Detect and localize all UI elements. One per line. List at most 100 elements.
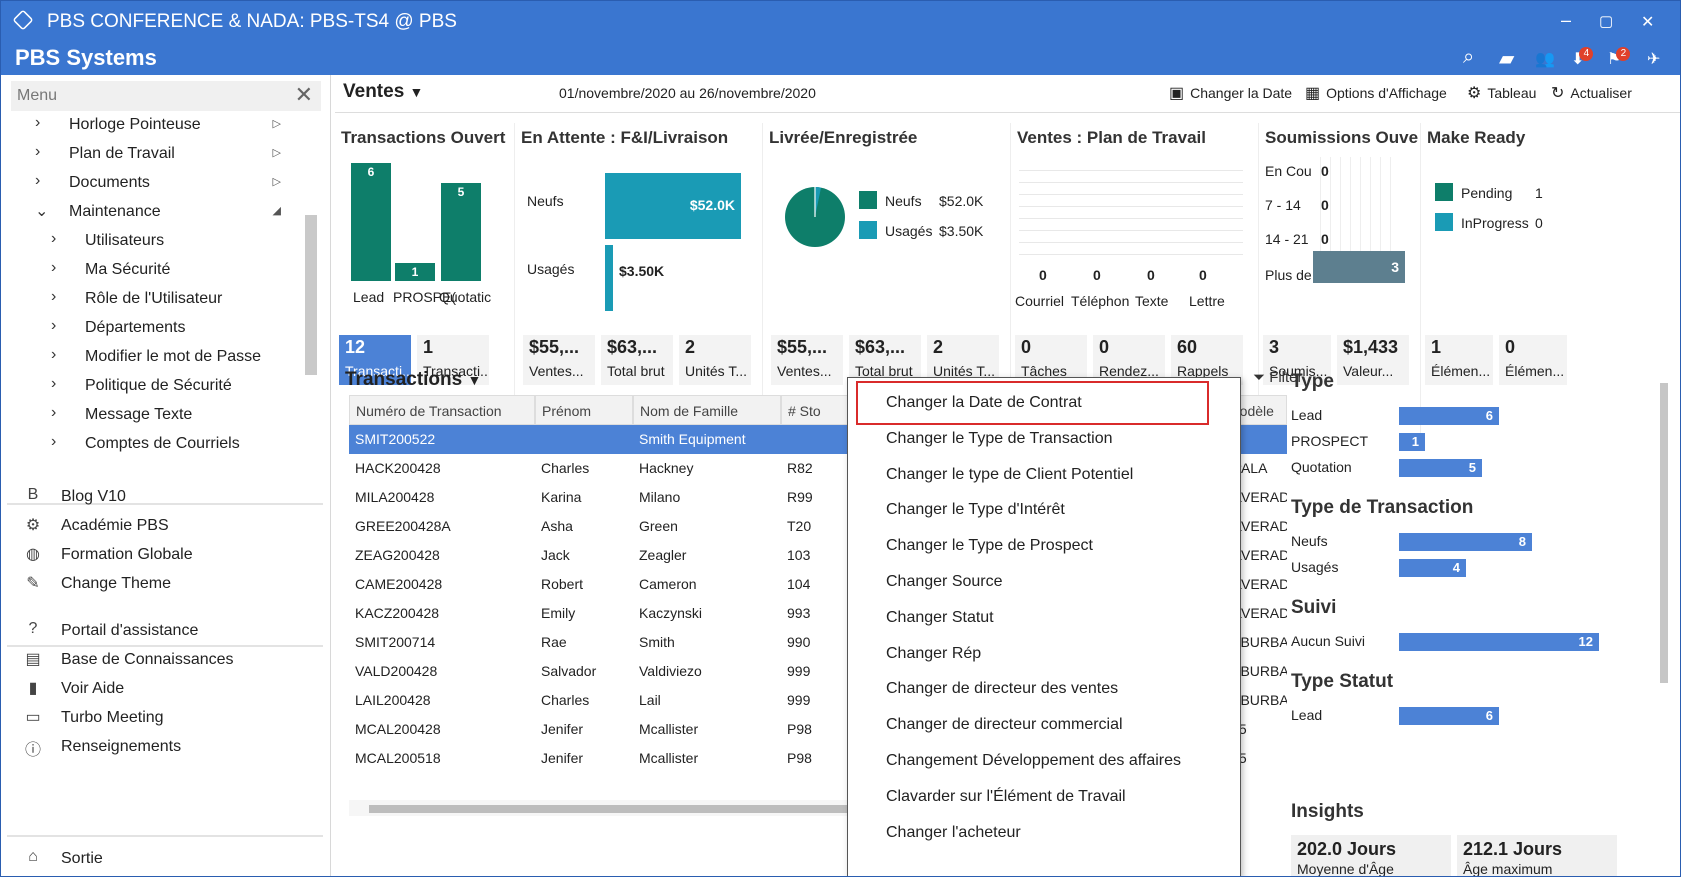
context-menu-item[interactable]: Changer Statut bbox=[848, 599, 1240, 637]
menu-tree-item[interactable]: › Plan de Travail ▷ bbox=[1, 140, 301, 169]
expand-arrow-icon: ▷ bbox=[272, 118, 281, 130]
tile-gross[interactable]: $63,... Total brut bbox=[601, 335, 673, 385]
context-menu-item[interactable]: Changer l'acheteur bbox=[848, 814, 1240, 852]
sidebar-link[interactable]: ▤ Base de Connaissances bbox=[23, 646, 323, 674]
context-menu-item[interactable]: Changer le type de Client Potentiel bbox=[848, 456, 1240, 494]
menu-tree-item[interactable]: › Utilisateurs bbox=[1, 227, 301, 256]
tile-units[interactable]: 2 Unités T... bbox=[679, 335, 751, 385]
menu-tree-item[interactable]: › Comptes de Courriels bbox=[1, 430, 301, 459]
menu-tree-item[interactable]: › Horloge Pointeuse ▷ bbox=[1, 111, 301, 140]
summary-bar[interactable]: 8 bbox=[1399, 533, 1532, 551]
sidebar-link[interactable]: B Blog V10 bbox=[23, 483, 323, 511]
bar-prospect[interactable]: 1 bbox=[395, 263, 435, 281]
sidebar-link[interactable]: ◍ Formation Globale bbox=[23, 541, 323, 569]
sidebar-link[interactable]: ? Portail d'assistance bbox=[23, 617, 323, 645]
context-menu-item[interactable]: Changer le Type de Transaction bbox=[848, 420, 1240, 458]
context-menu-item[interactable]: Changer Rép bbox=[848, 635, 1240, 673]
maximize-button[interactable]: ▢ bbox=[1599, 12, 1613, 30]
menu-tree-item[interactable]: › Ma Sécurité bbox=[1, 256, 301, 285]
menu-tree-item[interactable]: › Départements bbox=[1, 314, 301, 343]
context-menu-item[interactable]: Changer de directeur commercial bbox=[848, 706, 1240, 744]
context-menu-item[interactable]: Changer Source bbox=[848, 563, 1240, 601]
search-icon[interactable]: ⌕ bbox=[1463, 46, 1474, 69]
bar-used[interactable] bbox=[605, 245, 613, 311]
users-icon[interactable]: 👥 bbox=[1535, 49, 1555, 69]
summary-row[interactable]: Quotation 5 bbox=[1291, 457, 1621, 479]
summary-row[interactable]: Aucun Suivi 12 bbox=[1291, 631, 1621, 653]
close-button[interactable]: ✕ bbox=[1641, 12, 1654, 32]
grid-icon: ▦ bbox=[1305, 85, 1321, 102]
sidebar-link[interactable]: ⓘ Renseignements bbox=[23, 733, 323, 761]
context-menu-item[interactable]: Changer de directeur des ventes bbox=[848, 670, 1240, 708]
pie-chart[interactable] bbox=[783, 185, 847, 249]
table-cell: ZEAG200428 bbox=[355, 547, 440, 563]
dashboard-button[interactable]: ⚙ Tableau bbox=[1467, 83, 1536, 103]
table-cell: Charles bbox=[541, 460, 590, 476]
column-header[interactable]: Prénom bbox=[535, 395, 633, 425]
summary-row[interactable]: Lead 6 bbox=[1291, 705, 1621, 727]
sidebar-link[interactable]: ✎ Change Theme bbox=[23, 570, 323, 598]
menu-tree-item[interactable]: › Rôle de l'Utilisateur bbox=[1, 285, 301, 314]
column-label: Prénom bbox=[542, 403, 592, 419]
tile-label: Ventes... bbox=[777, 363, 832, 379]
menu-tree-item[interactable]: ⌄ Maintenance ◢ bbox=[1, 198, 301, 227]
summary-row[interactable]: Lead 6 bbox=[1291, 405, 1621, 427]
context-menu-item[interactable]: Changement Développement des affaires bbox=[848, 742, 1240, 780]
context-menu-item[interactable]: Changer le Type d'Intérêt bbox=[848, 491, 1240, 529]
display-options-button[interactable]: ▦ Options d'Affichage bbox=[1305, 83, 1447, 103]
pin-icon[interactable]: ✈ bbox=[1647, 49, 1660, 69]
context-menu-label: Changer Rép bbox=[886, 644, 982, 662]
menu-item-label: Documents bbox=[69, 174, 150, 191]
sidebar-link[interactable]: ⚙ Académie PBS bbox=[23, 512, 323, 540]
summary-row[interactable]: Usagés 4 bbox=[1291, 557, 1621, 579]
context-menu-item[interactable]: Clavarder sur l'Élément de Travail bbox=[848, 778, 1240, 816]
menu-tree-item[interactable]: › Message Texte bbox=[1, 401, 301, 430]
app-logo-icon bbox=[12, 9, 34, 31]
summary-row[interactable]: PROSPECT 1 bbox=[1291, 431, 1621, 453]
menu-tree-item[interactable]: › Politique de Sécurité bbox=[1, 372, 301, 401]
section-dropdown[interactable]: Ventes ▼ bbox=[343, 81, 423, 103]
menu-item-label: Rôle de l'Utilisateur bbox=[85, 290, 223, 307]
change-date-button[interactable]: ▣ Changer la Date bbox=[1169, 83, 1292, 103]
app-window: PBS CONFERENCE & NADA: PBS-TS4 @ PBS – ▢… bbox=[0, 0, 1681, 877]
inbox-icon[interactable]: ⬇ 4 bbox=[1571, 47, 1594, 69]
insight-tile[interactable]: 202.0 Jours Moyenne d'Âge bbox=[1291, 835, 1451, 876]
tile-sales[interactable]: $55,... Ventes... bbox=[771, 335, 843, 385]
minimize-button[interactable]: – bbox=[1561, 10, 1571, 31]
context-menu-item[interactable]: Changer le Type de Prospect bbox=[848, 527, 1240, 565]
bar-quotation[interactable]: 5 bbox=[441, 183, 481, 281]
summary-bar[interactable]: 6 bbox=[1399, 707, 1499, 725]
exit-link[interactable]: ⌂ Sortie bbox=[23, 845, 323, 873]
sidebar-link[interactable]: ▮ Voir Aide bbox=[23, 675, 323, 703]
refresh-button[interactable]: ↻ Actualiser bbox=[1551, 83, 1632, 103]
bar-new[interactable]: $52.0K bbox=[605, 173, 741, 239]
summary-row[interactable]: Neufs 8 bbox=[1291, 531, 1621, 553]
flag-icon[interactable]: ⚑ 2 bbox=[1607, 47, 1631, 69]
column-header[interactable]: Nom de Famille bbox=[633, 395, 781, 425]
tile-label: Ventes... bbox=[529, 363, 584, 379]
tile-sales[interactable]: $55,... Ventes... bbox=[523, 335, 595, 385]
transactions-dropdown[interactable]: Transactions ▼ bbox=[345, 369, 481, 391]
summary-bar[interactable]: 1 bbox=[1399, 433, 1425, 451]
insight-tile[interactable]: 212.1 Jours Âge maximum bbox=[1457, 835, 1617, 876]
link-label: Portail d'assistance bbox=[61, 622, 199, 639]
legend-value: $52.0K bbox=[939, 193, 984, 209]
menu-tree-item[interactable]: › Modifier le mot de Passe bbox=[1, 343, 301, 372]
context-menu-item[interactable]: Changer la Date de Contrat bbox=[848, 384, 1240, 422]
summary-bar[interactable]: 4 bbox=[1399, 559, 1466, 577]
summary-bar[interactable]: 12 bbox=[1399, 633, 1599, 651]
sidebar-link[interactable]: ▭ Turbo Meeting bbox=[23, 704, 323, 732]
summary-bar[interactable]: 5 bbox=[1399, 459, 1482, 477]
bar-lead[interactable]: 6 bbox=[351, 163, 391, 281]
chat-icon[interactable]: ▰ bbox=[1499, 46, 1514, 71]
row-label: En Cou bbox=[1265, 163, 1312, 179]
menu-scrollbar[interactable] bbox=[305, 215, 317, 375]
bar-older[interactable]: 3 bbox=[1313, 251, 1405, 283]
menu-tree-item[interactable]: › Documents ▷ bbox=[1, 169, 301, 198]
column-header[interactable]: Numéro de Transaction bbox=[349, 395, 535, 425]
summary-bar[interactable]: 6 bbox=[1399, 407, 1499, 425]
table-cell: Mcallister bbox=[639, 721, 699, 737]
close-menu-icon[interactable]: ✕ bbox=[295, 82, 313, 108]
vertical-scrollbar[interactable] bbox=[1657, 365, 1671, 715]
scroll-thumb[interactable] bbox=[1660, 383, 1668, 683]
